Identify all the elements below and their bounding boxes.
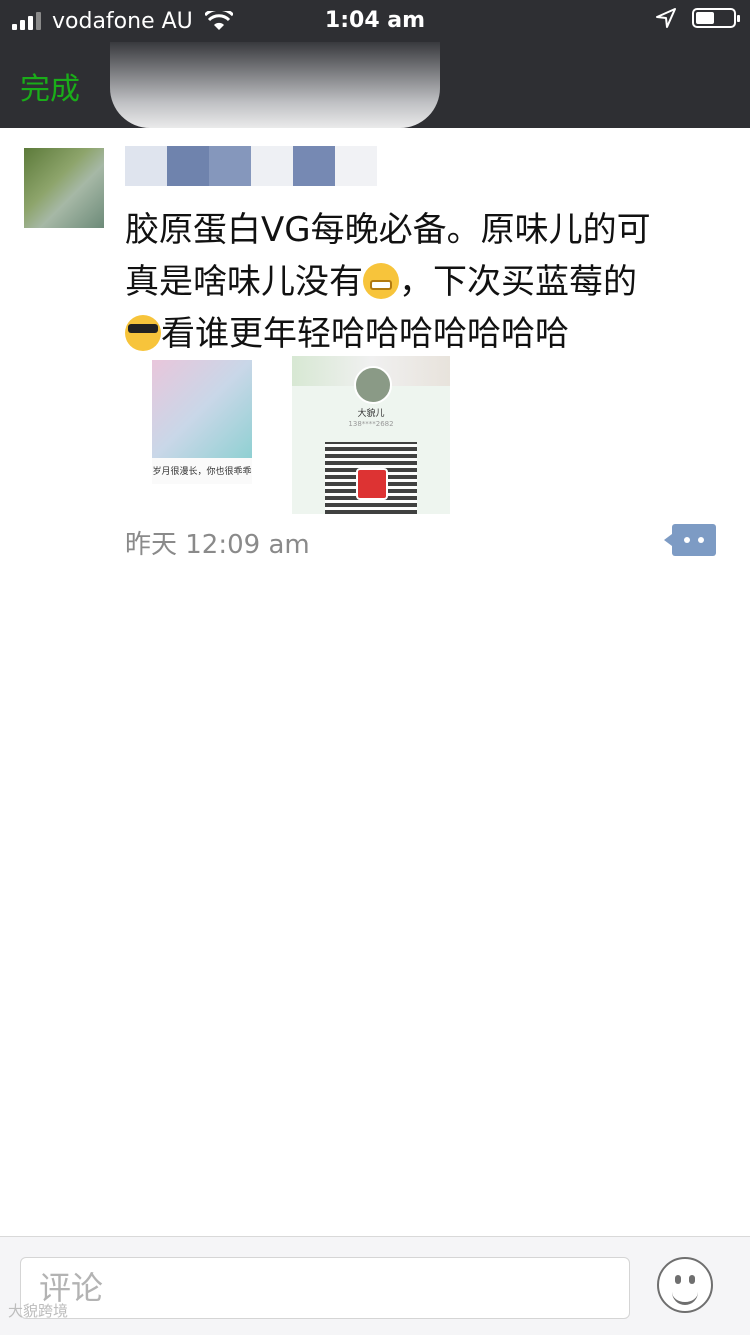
post-text-line: 看谁更年轻哈哈哈哈哈哈哈 xyxy=(125,308,715,360)
avatar[interactable] xyxy=(24,148,104,228)
status-time: 1:04 am xyxy=(324,8,426,33)
done-button[interactable]: 完成 xyxy=(20,64,80,108)
post-text: 胶原蛋白VG每晚必备。原味儿的可 真是啥味儿没有 ，下次买蓝莓的 看谁更年轻哈哈哈… xyxy=(125,204,715,360)
author-name-blurred[interactable] xyxy=(125,146,415,192)
battery-icon xyxy=(692,8,740,28)
post-text-line: 胶原蛋白VG每晚必备。原味儿的可 xyxy=(125,210,651,250)
sunglasses-emoji-icon xyxy=(125,315,161,351)
comment-menu-button[interactable] xyxy=(664,524,716,556)
photo-caption: 岁月很漫长，你也很乖乖 xyxy=(152,467,252,477)
post-photo-2[interactable]: 大貌儿 138****2682 xyxy=(292,356,450,514)
nav-bar: 完成 xyxy=(0,42,750,128)
comment-bar: 评论 xyxy=(0,1236,750,1335)
smile-icon xyxy=(672,1289,698,1305)
comment-input[interactable]: 评论 xyxy=(20,1257,630,1319)
post-photo-1[interactable]: 岁月很漫长，你也很乖乖 xyxy=(152,360,252,484)
watermark: 大貌跨境 xyxy=(8,1302,69,1320)
qr-card-name: 大貌儿 xyxy=(357,409,385,419)
eye-icon xyxy=(675,1275,681,1284)
location-arrow-icon xyxy=(656,8,676,28)
dot-icon xyxy=(698,537,704,543)
dot-icon xyxy=(684,537,690,543)
grin-emoji-icon xyxy=(363,263,399,299)
post-text-fragment: 真是啥味儿没有 xyxy=(125,262,363,302)
post-text-fragment: 看谁更年轻哈哈哈哈哈哈哈 xyxy=(161,314,569,354)
status-bar: vodafone AU 1:04 am xyxy=(0,0,750,42)
eye-icon xyxy=(689,1275,695,1284)
product-photo xyxy=(152,360,252,458)
qr-logo-icon xyxy=(356,468,388,500)
post-text-fragment: ，下次买蓝莓的 xyxy=(399,262,637,302)
qr-avatar xyxy=(354,366,392,404)
emoji-button[interactable] xyxy=(657,1257,713,1313)
post-timestamp: 昨天 12:09 am xyxy=(125,530,310,560)
post-text-line: 真是啥味儿没有 ，下次买蓝莓的 xyxy=(125,256,715,308)
qr-card-number: 138****2682 xyxy=(348,420,394,428)
blurred-header xyxy=(110,42,440,128)
status-right xyxy=(656,8,740,28)
